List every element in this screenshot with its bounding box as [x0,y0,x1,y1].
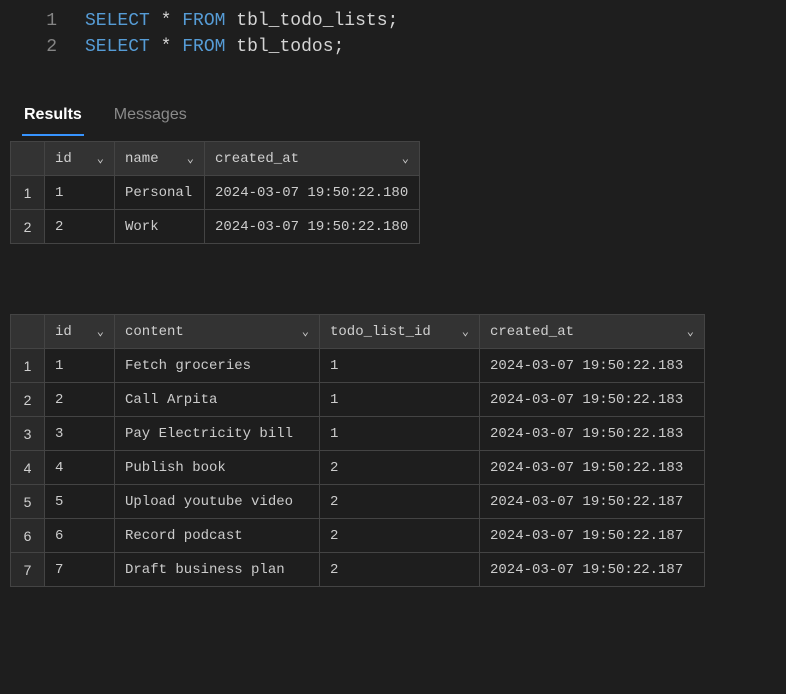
cell-id[interactable]: 1 [45,176,115,210]
cell-content[interactable]: Pay Electricity bill [115,417,320,451]
rownum-header[interactable] [11,315,45,349]
editor-line[interactable]: 2 SELECT * FROM tbl_todos; [0,34,786,60]
chevron-down-icon[interactable]: ⌄ [687,324,694,339]
column-label: created_at [215,151,299,167]
cell-content[interactable]: Record podcast [115,519,320,553]
cell-todo-list-id[interactable]: 2 [320,485,480,519]
row-number[interactable]: 3 [11,417,45,451]
result-tabs: Results Messages [0,100,786,137]
column-label: id [55,151,72,167]
cell-created-at[interactable]: 2024-03-07 19:50:22.183 [480,383,705,417]
table-row[interactable]: 11Personal2024-03-07 19:50:22.180 [11,176,420,210]
row-number[interactable]: 4 [11,451,45,485]
results-panel: id⌄ name⌄ created_at⌄ 11Personal2024-03-… [0,141,786,587]
cell-name[interactable]: Work [115,210,205,244]
cell-id[interactable]: 6 [45,519,115,553]
column-header-id[interactable]: id ⌄ [45,315,115,349]
table-row[interactable]: 44Publish book22024-03-07 19:50:22.183 [11,451,705,485]
cell-id[interactable]: 5 [45,485,115,519]
cell-id[interactable]: 1 [45,349,115,383]
column-label: content [125,324,184,340]
code-content: SELECT * FROM tbl_todos; [85,37,344,57]
cell-content[interactable]: Publish book [115,451,320,485]
result-table-2: id ⌄ content ⌄ todo_list_id ⌄ created_at ⌄ 1… [10,314,705,587]
cell-created-at[interactable]: 2024-03-07 19:50:22.187 [480,519,705,553]
cell-content[interactable]: Fetch groceries [115,349,320,383]
cell-id[interactable]: 2 [45,383,115,417]
row-number[interactable]: 2 [11,210,45,244]
column-label: created_at [490,324,574,340]
row-number[interactable]: 6 [11,519,45,553]
cell-todo-list-id[interactable]: 1 [320,349,480,383]
cell-id[interactable]: 4 [45,451,115,485]
column-header-content[interactable]: content ⌄ [115,315,320,349]
row-number[interactable]: 1 [11,349,45,383]
row-number[interactable]: 2 [11,383,45,417]
row-number[interactable]: 5 [11,485,45,519]
cell-created-at[interactable]: 2024-03-07 19:50:22.183 [480,349,705,383]
cell-todo-list-id[interactable]: 1 [320,417,480,451]
cell-id[interactable]: 7 [45,553,115,587]
column-label: id [55,324,72,340]
column-header-id[interactable]: id ⌄ [45,142,115,176]
chevron-down-icon[interactable]: ⌄ [187,151,194,166]
cell-created-at[interactable]: 2024-03-07 19:50:22.180 [205,176,420,210]
table-row[interactable]: 33Pay Electricity bill12024-03-07 19:50:… [11,417,705,451]
row-number[interactable]: 1 [11,176,45,210]
cell-id[interactable]: 3 [45,417,115,451]
column-header-todo-list-id[interactable]: todo_list_id ⌄ [320,315,480,349]
cell-todo-list-id[interactable]: 2 [320,519,480,553]
rownum-header[interactable] [11,142,45,176]
line-number: 1 [0,11,85,31]
editor-line[interactable]: 1 SELECT * FROM tbl_todo_lists; [0,8,786,34]
cell-content[interactable]: Draft business plan [115,553,320,587]
table-row[interactable]: 11Fetch groceries12024-03-07 19:50:22.18… [11,349,705,383]
chevron-down-icon[interactable]: ⌄ [462,324,469,339]
column-header-created-at[interactable]: created_at ⌄ [480,315,705,349]
tab-messages[interactable]: Messages [112,100,189,136]
line-number: 2 [0,37,85,57]
cell-todo-list-id[interactable]: 2 [320,451,480,485]
result-table-1: id⌄ name⌄ created_at⌄ 11Personal2024-03-… [10,141,420,244]
cell-todo-list-id[interactable]: 2 [320,553,480,587]
chevron-down-icon[interactable]: ⌄ [302,324,309,339]
table-row[interactable]: 22Work2024-03-07 19:50:22.180 [11,210,420,244]
code-content: SELECT * FROM tbl_todo_lists; [85,11,398,31]
chevron-down-icon[interactable]: ⌄ [97,151,104,166]
row-number[interactable]: 7 [11,553,45,587]
cell-created-at[interactable]: 2024-03-07 19:50:22.187 [480,485,705,519]
cell-created-at[interactable]: 2024-03-07 19:50:22.187 [480,553,705,587]
table-row[interactable]: 77Draft business plan22024-03-07 19:50:2… [11,553,705,587]
cell-created-at[interactable]: 2024-03-07 19:50:22.183 [480,451,705,485]
tab-results[interactable]: Results [22,100,84,136]
chevron-down-icon[interactable]: ⌄ [402,151,409,166]
column-header-created-at[interactable]: created_at ⌄ [205,142,420,176]
cell-name[interactable]: Personal [115,176,205,210]
cell-content[interactable]: Upload youtube video [115,485,320,519]
cell-content[interactable]: Call Arpita [115,383,320,417]
cell-todo-list-id[interactable]: 1 [320,383,480,417]
column-header-name[interactable]: name ⌄ [115,142,205,176]
cell-created-at[interactable]: 2024-03-07 19:50:22.180 [205,210,420,244]
cell-created-at[interactable]: 2024-03-07 19:50:22.183 [480,417,705,451]
column-label: name [125,151,159,167]
column-label: todo_list_id [330,324,431,340]
sql-editor[interactable]: 1 SELECT * FROM tbl_todo_lists; 2 SELECT… [0,0,786,100]
table-row[interactable]: 22Call Arpita12024-03-07 19:50:22.183 [11,383,705,417]
chevron-down-icon[interactable]: ⌄ [97,324,104,339]
table-row[interactable]: 55Upload youtube video22024-03-07 19:50:… [11,485,705,519]
table-row[interactable]: 66Record podcast22024-03-07 19:50:22.187 [11,519,705,553]
cell-id[interactable]: 2 [45,210,115,244]
